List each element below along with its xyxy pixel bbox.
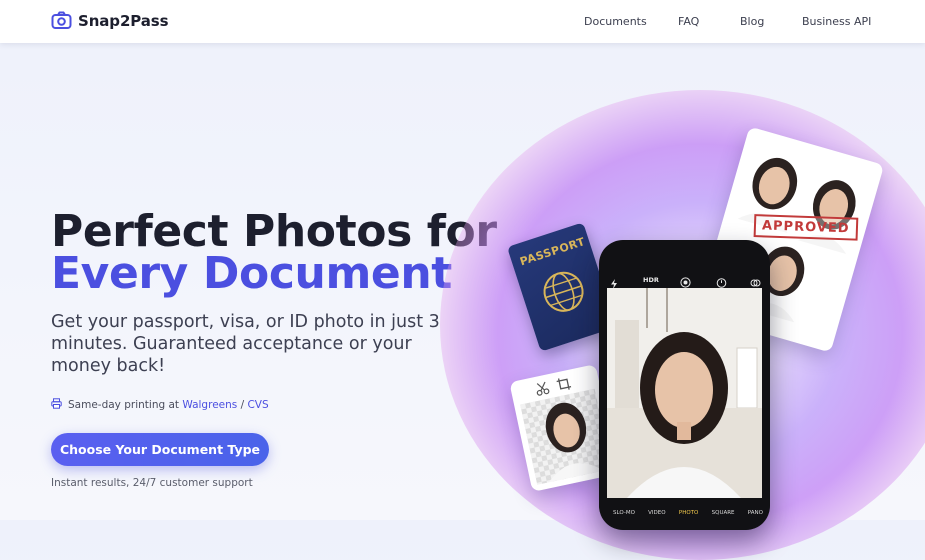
globe-icon — [536, 264, 593, 323]
camera-mode-strip: SLO-MO VIDEO PHOTO SQUARE PANO — [613, 510, 763, 516]
phone-camera-mockup: HDR SLO-MO VIDEO PHOTO SQUARE PANO — [599, 240, 770, 530]
camera-toolbar: HDR — [599, 240, 770, 289]
printing-info: Same-day printing at Walgreens / CVS — [51, 398, 269, 412]
approved-stamp: APPROVED — [753, 214, 858, 241]
camera-viewfinder — [607, 288, 762, 498]
printer-icon — [51, 398, 68, 412]
viewfinder-portrait — [607, 288, 762, 498]
nav-link-documents[interactable]: Documents — [584, 15, 647, 28]
top-navbar: Snap2Pass Documents FAQ Blog Business AP… — [0, 0, 925, 43]
transparent-background — [520, 388, 612, 485]
brand-logo[interactable]: Snap2Pass — [51, 11, 169, 30]
walgreens-link[interactable]: Walgreens — [182, 399, 237, 411]
nav-link-faq[interactable]: FAQ — [678, 15, 699, 28]
hero-headline-line2: Every Document — [51, 248, 452, 299]
support-footnote: Instant results, 24/7 customer support — [51, 477, 253, 489]
cvs-link[interactable]: CVS — [247, 399, 268, 411]
nav-link-blog[interactable]: Blog — [740, 15, 764, 28]
mode-slo-mo: SLO-MO — [613, 510, 635, 516]
hdr-label: HDR — [643, 276, 659, 284]
camera-icon — [51, 11, 72, 30]
mode-square: SQUARE — [711, 510, 735, 516]
hero-subheadline: Get your passport, visa, or ID photo in … — [51, 312, 440, 376]
mode-video: VIDEO — [648, 510, 666, 516]
choose-document-type-button[interactable]: Choose Your Document Type — [51, 433, 269, 466]
brand-name: Snap2Pass — [78, 11, 169, 30]
mode-photo: PHOTO — [678, 510, 699, 516]
printing-prefix: Same-day printing at — [68, 399, 180, 411]
mode-pano: PANO — [747, 510, 763, 516]
nav-link-business-api[interactable]: Business API — [802, 15, 871, 28]
printing-separator: / — [240, 399, 245, 411]
